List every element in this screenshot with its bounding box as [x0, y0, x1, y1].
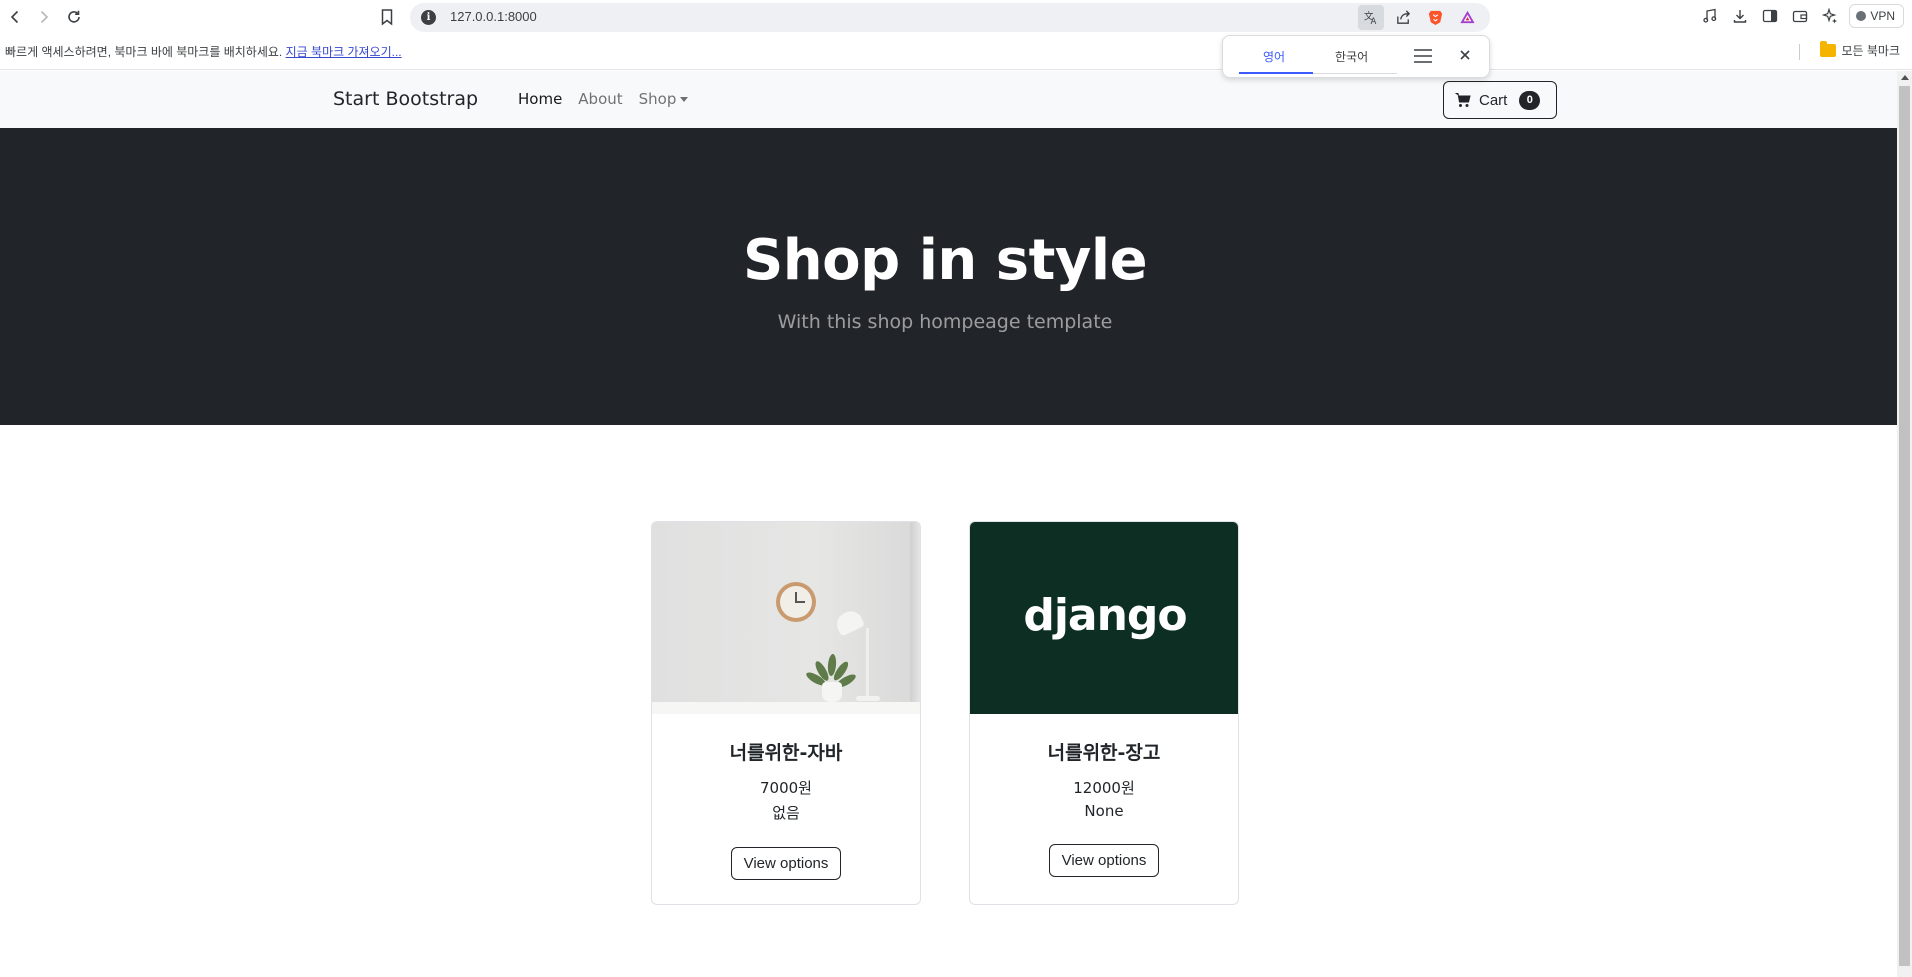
bookmarks-prompt: 빠르게 액세스하려면, 북마크 바에 북마크를 배치하세요. 지금 북마크 가져… [5, 43, 402, 60]
share-icon[interactable] [1390, 5, 1416, 30]
menu-icon[interactable] [1413, 48, 1433, 64]
scrollbar-thumb[interactable] [1899, 86, 1910, 966]
translate-tab-indicator [1239, 72, 1313, 74]
import-bookmarks-link[interactable]: 지금 북마크 가져오기... [286, 45, 402, 59]
nav-about-link[interactable]: About [578, 90, 622, 108]
product-card-body: 너를위한-장고 12000원 None View options [970, 738, 1238, 877]
product-image-room [652, 522, 920, 714]
product-image-django: django [970, 522, 1238, 714]
vpn-status-icon [1856, 11, 1867, 21]
site-navbar: Start Bootstrap Home About Shop Cart 0 [0, 71, 1897, 128]
product-description: 없음 [772, 804, 800, 822]
nav-links: Home About Shop [518, 90, 689, 108]
product-name: 너를위한-자바 [729, 742, 843, 764]
nav-shop-dropdown[interactable]: Shop [639, 90, 689, 108]
address-bar[interactable]: i 127.0.0.1:8000 文A [410, 3, 1490, 32]
page-scrollbar[interactable] [1897, 71, 1912, 977]
cart-button[interactable]: Cart 0 [1443, 81, 1557, 119]
close-icon[interactable] [1456, 46, 1474, 64]
all-bookmarks-label: 모든 북마크 [1841, 44, 1900, 58]
product-card-body: 너를위한-자바 7000원 없음 View options [652, 738, 920, 880]
product-price: 12000원 [1073, 779, 1135, 797]
cart-label: Cart [1479, 91, 1508, 109]
url-text[interactable]: 127.0.0.1:8000 [450, 9, 537, 24]
reload-icon[interactable] [62, 5, 86, 29]
caret-down-icon [680, 97, 689, 102]
bookmarks-prompt-text: 빠르게 액세스하려면, 북마크 바에 북마크를 배치하세요. [5, 45, 283, 59]
product-card: 너를위한-자바 7000원 없음 View options [651, 521, 921, 905]
hero-title: Shop in style [742, 228, 1148, 293]
all-bookmarks-button[interactable]: 모든 북마크 [1820, 41, 1900, 59]
bookmark-page-icon[interactable] [377, 7, 397, 27]
browser-toolbar: i 127.0.0.1:8000 文A VPN [0, 0, 1912, 34]
view-options-button[interactable]: View options [1048, 844, 1160, 877]
forward-icon[interactable] [32, 5, 56, 29]
media-icon[interactable] [1699, 4, 1721, 28]
translate-tab-source[interactable]: 영어 [1263, 48, 1285, 65]
translate-popup: 영어 한국어 [1222, 35, 1490, 78]
product-name: 너를위한-장고 [1047, 742, 1161, 764]
product-price: 7000원 [760, 779, 812, 797]
cart-count-badge: 0 [1519, 90, 1541, 110]
wallet-icon[interactable] [1789, 4, 1811, 28]
brand-link[interactable]: Start Bootstrap [333, 88, 478, 110]
bookmarks-divider [1799, 44, 1800, 60]
vpn-button[interactable]: VPN [1849, 4, 1904, 28]
nav-home-link[interactable]: Home [518, 90, 562, 108]
page-viewport: Start Bootstrap Home About Shop Cart 0 S… [0, 71, 1897, 977]
translate-icon[interactable]: 文A [1358, 5, 1384, 30]
table-illustration [652, 702, 920, 714]
brave-shields-icon[interactable] [1422, 5, 1448, 30]
view-options-button[interactable]: View options [730, 847, 842, 880]
leo-ai-icon[interactable] [1819, 4, 1841, 28]
svg-text:A: A [1370, 17, 1376, 26]
cart-icon [1455, 93, 1471, 107]
brave-rewards-icon[interactable] [1454, 5, 1480, 30]
plant-pot-illustration [822, 682, 842, 702]
sidebar-icon[interactable] [1759, 4, 1781, 28]
hero-header: Shop in style With this shop hompeage te… [0, 128, 1897, 425]
folder-icon [1820, 41, 1837, 57]
django-logo: django [1023, 589, 1187, 641]
nav-shop-label: Shop [638, 90, 677, 108]
product-card: django 너를위한-장고 12000원 None View options [969, 521, 1239, 905]
hero-subtitle: With this shop hompeage template [777, 311, 1113, 333]
product-description: None [1084, 802, 1124, 820]
vpn-label: VPN [1870, 9, 1895, 23]
site-info-icon[interactable]: i [421, 10, 436, 25]
translate-tab-target[interactable]: 한국어 [1335, 48, 1368, 65]
scroll-up-icon[interactable] [1901, 75, 1909, 80]
lamp-illustration [832, 607, 866, 637]
bookmarks-bar: 빠르게 액세스하려면, 북마크 바에 북마크를 배치하세요. 지금 북마크 가져… [0, 34, 1912, 70]
download-icon[interactable] [1729, 4, 1751, 28]
back-icon[interactable] [3, 5, 27, 29]
